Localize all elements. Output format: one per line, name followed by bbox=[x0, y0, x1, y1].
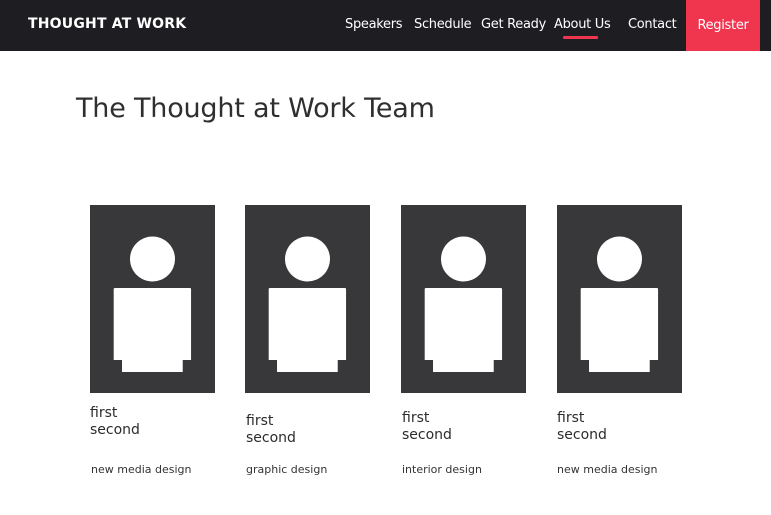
top-navbar: THOUGHT AT WORK Speakers Schedule Get Re… bbox=[0, 0, 771, 51]
member-role: interior design bbox=[402, 463, 482, 476]
nav-schedule[interactable]: Schedule bbox=[414, 17, 472, 32]
nav-speakers[interactable]: Speakers bbox=[345, 17, 403, 32]
nav-contact[interactable]: Contact bbox=[628, 17, 677, 32]
member-role: new media design bbox=[557, 463, 658, 476]
member-last-name: second bbox=[90, 422, 140, 438]
active-nav-indicator bbox=[563, 36, 598, 39]
member-last-name: second bbox=[402, 427, 452, 443]
member-last-name: second bbox=[246, 430, 296, 446]
member-first-name: first bbox=[557, 410, 585, 426]
member-first-name: first bbox=[246, 413, 274, 429]
person-icon bbox=[401, 205, 526, 393]
person-icon bbox=[557, 205, 682, 393]
member-role: graphic design bbox=[246, 463, 328, 476]
brand-logo-link[interactable]: THOUGHT AT WORK bbox=[28, 16, 186, 32]
member-first-name: first bbox=[90, 405, 118, 421]
register-button[interactable]: Register bbox=[686, 0, 760, 51]
person-icon bbox=[90, 205, 215, 393]
member-role: new media design bbox=[91, 463, 192, 476]
nav-about-us[interactable]: About Us bbox=[554, 17, 611, 32]
person-icon bbox=[245, 205, 370, 393]
nav-get-ready[interactable]: Get Ready bbox=[481, 17, 546, 32]
member-last-name: second bbox=[557, 427, 607, 443]
member-first-name: first bbox=[402, 410, 430, 426]
page-title: The Thought at Work Team bbox=[76, 93, 435, 124]
